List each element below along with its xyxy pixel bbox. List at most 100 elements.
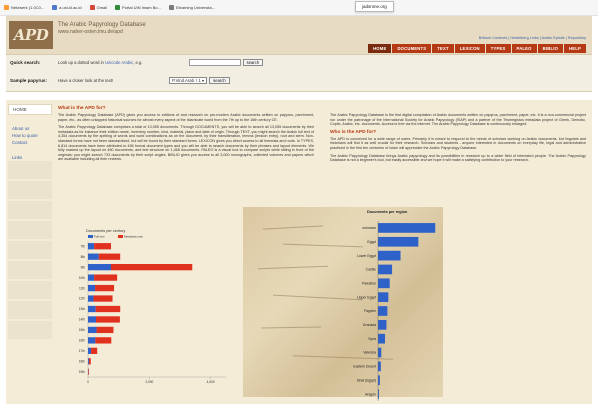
left-heading: What is the APD for? [58, 106, 106, 111]
bar-full-text [88, 284, 96, 292]
documents-per-region-chart: Documents per region unknown Egypt Lower Eg… [353, 210, 436, 401]
sidebar-block [8, 221, 52, 239]
region-bar [378, 333, 386, 344]
bookmark-icon [4, 5, 9, 10]
region-bar [378, 347, 382, 358]
sidebar-block [8, 241, 52, 259]
bookmark-item[interactable]: a.uni-kl.ac.id [52, 5, 82, 10]
quick-search-row: Quick search: Look up a dotted word in U… [10, 59, 264, 66]
nav-help[interactable]: HELP [564, 44, 586, 53]
category-label: 16th [79, 339, 85, 343]
bookmark-icon [89, 5, 95, 10]
region-label: Lower Egypt [357, 254, 376, 258]
nav-lexicon[interactable]: LEXICON [454, 44, 485, 53]
region-bar [378, 223, 436, 233]
bookmark-item[interactable]: Netzwerk (1.0C0... [4, 5, 44, 10]
bookmark-item[interactable]: Elearning Universita... [168, 5, 215, 10]
legend-label: Full text [94, 235, 105, 239]
unicode-arabic-link[interactable]: Unicode Arabic [105, 60, 133, 65]
sample-papyrus-select[interactable]: P.Vind.Arab. I 1 ▾ [169, 77, 208, 84]
bar-metadata-only [94, 243, 111, 250]
category-label: 10th [79, 276, 85, 280]
legend-swatch [118, 235, 123, 238]
category-label: 15th [79, 328, 85, 332]
bookmarks-bar: Netzwerk (1.0C0... a.uni-kl.ac.id Gmail Por… [0, 0, 598, 16]
region-bar [378, 306, 388, 316]
region-label: Castile [366, 268, 376, 272]
quick-search-hint: Look up a dotted word in Unicode Arabic,… [58, 60, 143, 65]
nav-biblio[interactable]: BIBLIO [537, 44, 564, 53]
bookmark-icon [115, 5, 121, 10]
sidebar-block [8, 301, 52, 319]
apd-logo[interactable]: APD [9, 21, 53, 49]
quick-search-hint-prefix: Look up a dotted word in [58, 60, 106, 65]
site-header: APD The Arabic Papyrology Database www.n… [6, 16, 592, 54]
right-paragraph-3: The Arabic Papyrology Database brings Ar… [330, 153, 586, 163]
sidebar-link-links[interactable]: Links [8, 154, 52, 161]
sidebar-link-contact[interactable]: Contact [8, 139, 52, 146]
bookmark-label: Gmail [96, 5, 108, 10]
bar-metadata-only [91, 347, 98, 354]
x-tick-label: 2,000 [145, 380, 153, 384]
left-paragraph-2: The Arabic Papyrology Database comprises… [58, 125, 314, 162]
category-label: 11th [79, 286, 85, 290]
region-label: Eastern Desert [353, 365, 376, 369]
quick-search-button[interactable]: search [242, 59, 264, 66]
bookmark-item[interactable]: Gmail [89, 5, 108, 10]
sidebar-links-2: Links [8, 154, 52, 161]
region-label: Upper Egypt [357, 295, 376, 299]
quick-search-input[interactable] [188, 59, 241, 66]
sidebar: HOME About us How to quote Contact Links [8, 104, 52, 341]
category-label: 7th [81, 244, 86, 248]
bar-metadata-only [96, 326, 114, 334]
region-bar [378, 264, 393, 275]
sidebar-link-about-us[interactable]: About us [8, 125, 52, 132]
chart-title: Documents per century [86, 229, 125, 233]
category-label: 19th [79, 370, 85, 374]
x-tick-label: 4,000 [207, 380, 215, 384]
nav-text[interactable]: TEXT [432, 44, 454, 53]
region-bar [378, 361, 381, 372]
region-bar [378, 320, 387, 330]
bar-metadata-only [94, 274, 118, 281]
right-column: The Arabic Papyrology Database is the fi… [330, 104, 586, 166]
region-label: Aragón [365, 392, 376, 396]
legend-swatch [88, 235, 93, 238]
region-label: Granada [363, 323, 376, 327]
bar-metadata-only [98, 253, 121, 260]
sample-papyrus-button[interactable]: search [209, 77, 230, 84]
sidebar-home[interactable]: HOME [8, 104, 52, 115]
category-label: 17th [79, 349, 85, 353]
category-label: 14th [79, 318, 85, 322]
bar-full-text [88, 326, 97, 334]
region-bar [378, 250, 401, 261]
bookmark-icon [52, 5, 58, 10]
sidebar-links: About us How to quote Contact [8, 125, 52, 146]
region-bar [378, 375, 380, 386]
bookmark-label: Portal UIN Imam Bo... [122, 5, 161, 10]
sample-papyrus-row: Sample papyrus: Have a closer look at th… [10, 77, 230, 84]
nav-documents[interactable]: DOCUMENTS [392, 44, 432, 53]
site-url: www.naher-osten.lmu.de/apd [58, 29, 123, 35]
region-bar [378, 236, 419, 247]
bookmark-icon [168, 5, 174, 10]
sidebar-block [8, 261, 52, 279]
left-paragraph-1: The Arabic Papyrology Database (APD) giv… [58, 113, 314, 122]
bookmark-item[interactable]: Portal UIN Imam Bo... [115, 5, 161, 10]
right-paragraph-2: The APD is conceived for a wide range of… [330, 136, 586, 150]
bar-full-text [88, 274, 95, 281]
header-links[interactable]: Britisch Contexts | Heidelberg Links | A… [479, 36, 586, 40]
nav-paleo[interactable]: PALEO [511, 44, 537, 53]
bar-full-text [88, 305, 96, 313]
bookmark-label: Netzwerk (1.0C0... [11, 5, 45, 10]
region-label: Egypt [367, 240, 376, 244]
documents-per-century-chart: Documents per century Full text Metadata o… [79, 229, 226, 384]
nav-types[interactable]: TYPES [485, 44, 511, 53]
nav-home[interactable]: HOME [368, 44, 392, 53]
bar-full-text [88, 316, 96, 323]
category-label: 12th [79, 297, 85, 301]
bookmark-label: a.uni-kl.ac.id [59, 5, 82, 10]
sidebar-link-how-to-quote[interactable]: How to quote [8, 132, 52, 139]
bar-full-text [88, 295, 94, 302]
